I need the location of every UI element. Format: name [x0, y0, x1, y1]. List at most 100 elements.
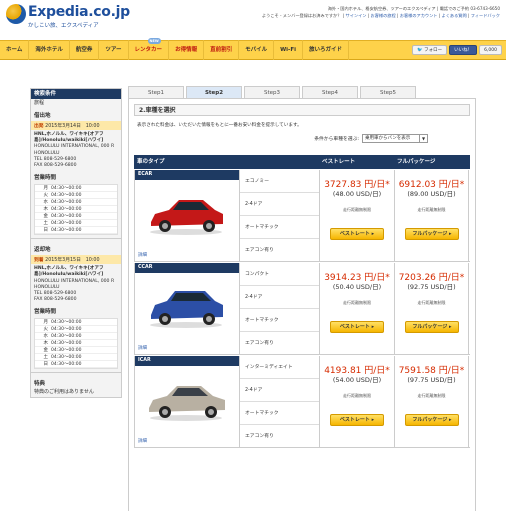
best-rate-price: 4193.81 円/日* [324, 366, 390, 376]
filter-row: 条件から車種を選ぶ: 乗用車からバンを表示 [134, 134, 470, 143]
dropoff-date: 到着 2015年3月15日 10:00 [31, 255, 121, 265]
full-package-usd: (97.75 USD/日) [407, 376, 456, 384]
nav-rental-car[interactable]: レンタカー NEW [129, 38, 170, 60]
unlimited-mileage: 走行距離無制限 [417, 393, 446, 398]
main-nav: ホーム 海外ホテル 航空券 ツアー レンタカー NEW お得情報 直前割引 モバ… [0, 38, 506, 60]
best-rate-button[interactable]: ベストレート [330, 321, 384, 333]
feedback-link[interactable]: フィードバック [471, 13, 500, 18]
itinerary-link[interactable]: お客様の旅程 [371, 13, 396, 18]
unlimited-mileage: 走行距離無制限 [417, 207, 446, 212]
like-label: いいね！ [454, 48, 473, 53]
car-photo [150, 200, 223, 235]
car-ac: エアコン有り [245, 341, 274, 346]
top-info: 海外・国内ホテル、格安航空券、ツアーのエクスペディア | 電話でのご予約 03-… [327, 6, 500, 11]
pickup-title: 借出地 [34, 113, 51, 119]
car-row: ICAR 詳細 インターミディエイト 2-4ドア オートマチック エアコン有り … [134, 356, 470, 448]
nav-flights[interactable]: 航空券 [70, 40, 100, 60]
dropoff-info: HNL,ホノルル、ワイキキ[オアフ島]/Honolulu/waikiki[ハワイ… [34, 266, 115, 303]
car-doors: 2-4ドア [240, 193, 319, 216]
header-full-package: フルパッケージ [397, 159, 436, 165]
filter-label: 条件から車種を選ぶ: [314, 137, 359, 142]
best-rate-usd: (54.00 USD/日) [332, 376, 382, 384]
unlimited-mileage: 走行距離無制限 [343, 393, 371, 398]
signin-link[interactable]: サインイン [346, 13, 367, 18]
car-type-select[interactable]: 乗用車からバンを表示 [362, 134, 428, 143]
step-tabs: Step1 Step2 Step3 Step4 Step5 [128, 86, 416, 98]
search-conditions-sidebar: 検索条件 旅程 借出地 出発 2015年3月14日 10:00 HNL,ホノルル… [30, 88, 122, 399]
expedia-logo[interactable]: Expedia.co.jp かしこい旅、エクスペディア [6, 4, 130, 29]
car-row: ECAR 詳細 エコノミー 2-4ドア オートマチック エアコン有り 3727.… [134, 170, 470, 262]
header: Expedia.co.jp かしこい旅、エクスペディア 海外・国内ホテル、格安航… [0, 0, 506, 40]
dropoff-title: 返却地 [34, 247, 51, 254]
account-link[interactable]: お客様のアカウント [400, 13, 438, 18]
top-links: 海外・国内ホテル、格安航空券、ツアーのエクスペディア | 電話でのご予約 03-… [261, 6, 500, 18]
nav-overseas-hotels[interactable]: 海外ホテル [29, 40, 70, 60]
dropoff-hours-title: 営業時間 [34, 309, 57, 316]
car-photo [150, 291, 223, 328]
full-package-usd: (89.00 USD/日) [407, 190, 456, 198]
header-car-type: 車のタイプ [137, 159, 165, 165]
nav-tours[interactable]: ツアー [99, 40, 129, 60]
best-rate-usd: (50.40 USD/日) [332, 283, 382, 291]
pickup-hours-table: 月 04:30～00:00 火 04:30～00:00 水 04:30～00:00 木… [34, 184, 118, 236]
step-1-tab[interactable]: Step1 [128, 86, 184, 98]
sidebar-title: 検索条件 [31, 89, 121, 99]
car-transmission: オートマチック [240, 216, 319, 239]
route-label: 旅程 [34, 100, 45, 106]
car-ac: エアコン有り [245, 248, 274, 253]
unlimited-mileage: 走行距離無制限 [417, 300, 446, 305]
unlimited-mileage: 走行距離無制限 [343, 207, 371, 212]
brand-name: Expedia.co.jp [28, 4, 130, 20]
full-package-price: 7203.26 円/日* [398, 273, 465, 283]
faq-link[interactable]: よくある質問 [442, 13, 467, 18]
car-doors: 2-4ドア [240, 379, 319, 402]
car-row: CCAR 詳細 コンパクト 2-4ドア オートマチック エアコン有り 3914.… [134, 263, 470, 355]
best-rate-button[interactable]: ベストレート [330, 414, 384, 426]
dropoff-hours-table: 月 04:30～00:00 火 04:30～00:00 水 04:30～00:00 木… [34, 318, 118, 370]
best-rate-price: 3727.83 円/日* [324, 180, 390, 190]
results-header: 車のタイプ ベストレート フルパッケージ [134, 155, 470, 169]
special-text: 特典のご利用はありません [34, 389, 94, 396]
like-count: 6,000 [479, 45, 502, 55]
car-transmission: オートマチック [240, 309, 319, 332]
details-link[interactable]: 詳細 [138, 345, 147, 351]
nav-home[interactable]: ホーム [0, 40, 30, 60]
full-package-price: 6912.03 円/日* [398, 180, 465, 190]
full-package-button[interactable]: フルパッケージ [405, 228, 459, 240]
car-ac: エアコン有り [245, 434, 274, 439]
car-code: ECAR [135, 170, 239, 180]
full-package-button[interactable]: フルパッケージ [405, 321, 459, 333]
car-transmission: オートマチック [240, 402, 319, 425]
twitter-follow-button[interactable]: 🐦 フォロー [412, 45, 448, 55]
car-code: ICAR [135, 356, 239, 366]
price-note: 表示された料金は、いただいた情報をもとに一番お安い料金を提示しています。 [137, 123, 302, 128]
bird-icon: 🐦 [417, 48, 423, 53]
car-doors: 2-4ドア [240, 286, 319, 309]
full-package-price: 7591.58 円/日* [398, 366, 465, 376]
step-5-tab[interactable]: Step5 [360, 86, 416, 98]
nav-deals[interactable]: お得情報 [169, 40, 205, 60]
brand-tagline: かしこい旅、エクスペディア [28, 23, 99, 29]
globe-icon [6, 4, 26, 24]
nav-last-minute[interactable]: 直前割引 [204, 40, 240, 60]
step-3-tab[interactable]: Step3 [244, 86, 300, 98]
nav-rental-car-label: レンタカー [134, 47, 163, 53]
step-4-tab[interactable]: Step4 [302, 86, 358, 98]
follow-label: フォロー [424, 48, 443, 53]
nav-mobile[interactable]: モバイル [239, 40, 275, 60]
full-package-button[interactable]: フルパッケージ [405, 414, 459, 426]
pickup-hours-title: 営業時間 [34, 175, 57, 182]
best-rate-button[interactable]: ベストレート [330, 228, 384, 240]
details-link[interactable]: 詳細 [138, 438, 147, 444]
nav-wifi[interactable]: Wi-Fi [274, 40, 303, 60]
nav-travel-guide[interactable]: 旅いろガイド [303, 40, 350, 60]
details-link[interactable]: 詳細 [138, 252, 147, 258]
facebook-like-button[interactable]: いいね！ [449, 45, 478, 55]
unlimited-mileage: 走行距離無制限 [343, 300, 371, 305]
step-2-tab[interactable]: Step2 [186, 86, 242, 98]
new-badge: NEW [147, 38, 161, 44]
pickup-info: HNL,ホノルル、ワイキキ[オアフ島]/Honolulu/waikiki[ハワイ… [34, 132, 115, 169]
full-package-usd: (92.75 USD/日) [407, 283, 456, 291]
car-class: インターミディエイト [240, 356, 319, 379]
car-photo [149, 386, 225, 421]
